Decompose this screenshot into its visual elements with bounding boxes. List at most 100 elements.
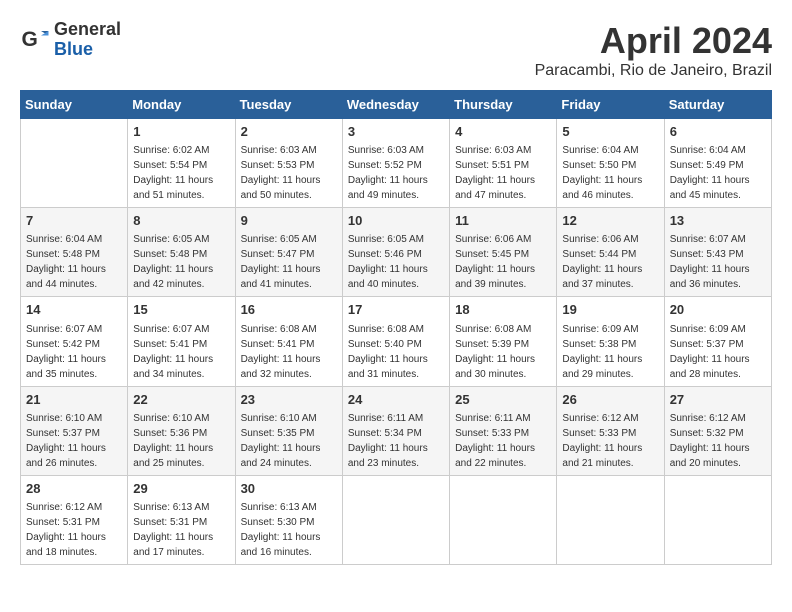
svg-text:G: G [22, 28, 38, 51]
day-number: 3 [348, 123, 444, 141]
day-cell: 5Sunrise: 6:04 AMSunset: 5:50 PMDaylight… [557, 119, 664, 208]
header-cell-wednesday: Wednesday [342, 91, 449, 119]
day-cell: 25Sunrise: 6:11 AMSunset: 5:33 PMDayligh… [450, 386, 557, 475]
day-cell [557, 475, 664, 564]
day-number: 19 [562, 301, 658, 319]
day-number: 29 [133, 480, 229, 498]
day-number: 5 [562, 123, 658, 141]
day-cell: 3 Sunrise: 6:03 AMSunset: 5:52 PMDaylight… [342, 119, 449, 208]
day-number: 18 [455, 301, 551, 319]
day-cell: 27Sunrise: 6:12 AMSunset: 5:32 PMDayligh… [664, 386, 771, 475]
day-number: 21 [26, 391, 122, 409]
day-cell: 11 Sunrise: 6:06 AMSunset: 5:45 PMDayligh… [450, 208, 557, 297]
day-info: Sunrise: 6:08 AMSunset: 5:40 PMDaylight:… [348, 322, 444, 382]
day-cell [664, 475, 771, 564]
day-number: 11 [455, 212, 551, 230]
header-cell-tuesday: Tuesday [235, 91, 342, 119]
day-cell: 29Sunrise: 6:13 AMSunset: 5:31 PMDayligh… [128, 475, 235, 564]
day-info: Sunrise: 6:12 AMSunset: 5:32 PMDaylight:… [670, 411, 766, 471]
day-number: 14 [26, 301, 122, 319]
calendar-body: 1 Sunrise: 6:02 AMSunset: 5:54 PMDaylight… [21, 119, 772, 565]
day-info: Sunrise: 6:05 AMSunset: 5:48 PMDaylight:… [133, 232, 229, 292]
day-cell [342, 475, 449, 564]
day-cell: 12Sunrise: 6:06 AMSunset: 5:44 PMDayligh… [557, 208, 664, 297]
day-number: 9 [241, 212, 337, 230]
day-number: 30 [241, 480, 337, 498]
logo-blue: Blue [54, 40, 121, 60]
day-number: 22 [133, 391, 229, 409]
day-cell: 15 Sunrise: 6:07 AMSunset: 5:41 PMDayligh… [128, 297, 235, 386]
day-cell: 18 Sunrise: 6:08 AMSunset: 5:39 PMDayligh… [450, 297, 557, 386]
title-block: April 2024 Paracambi, Rio de Janeiro, Br… [535, 20, 772, 80]
day-info: Sunrise: 6:13 AMSunset: 5:30 PMDaylight:… [241, 500, 337, 560]
day-cell: 23Sunrise: 6:10 AMSunset: 5:35 PMDayligh… [235, 386, 342, 475]
header-cell-monday: Monday [128, 91, 235, 119]
header-cell-thursday: Thursday [450, 91, 557, 119]
day-cell: 19 Sunrise: 6:09 AMSunset: 5:38 PMDayligh… [557, 297, 664, 386]
day-cell: 1 Sunrise: 6:02 AMSunset: 5:54 PMDaylight… [128, 119, 235, 208]
day-cell: 14 Sunrise: 6:07 AMSunset: 5:42 PMDayligh… [21, 297, 128, 386]
day-info: Sunrise: 6:10 AMSunset: 5:36 PMDaylight:… [133, 411, 229, 471]
day-number: 20 [670, 301, 766, 319]
week-row-1: 1 Sunrise: 6:02 AMSunset: 5:54 PMDaylight… [21, 119, 772, 208]
day-cell: 13 Sunrise: 6:07 AMSunset: 5:43 PMDayligh… [664, 208, 771, 297]
page-header: G General Blue April 2024 Paracambi, Rio… [20, 20, 772, 80]
calendar-header: SundayMondayTuesdayWednesdayThursdayFrid… [21, 91, 772, 119]
day-info: Sunrise: 6:06 AMSunset: 5:44 PMDaylight:… [562, 232, 658, 292]
day-cell: 2 Sunrise: 6:03 AMSunset: 5:53 PMDaylight… [235, 119, 342, 208]
day-cell: 24 Sunrise: 6:11 AMSunset: 5:34 PMDayligh… [342, 386, 449, 475]
day-number: 15 [133, 301, 229, 319]
day-info: Sunrise: 6:03 AMSunset: 5:51 PMDaylight:… [455, 143, 551, 203]
day-number: 17 [348, 301, 444, 319]
day-info: Sunrise: 6:06 AMSunset: 5:45 PMDaylight:… [455, 232, 551, 292]
header-cell-saturday: Saturday [664, 91, 771, 119]
header-row: SundayMondayTuesdayWednesdayThursdayFrid… [21, 91, 772, 119]
day-cell: 26Sunrise: 6:12 AMSunset: 5:33 PMDayligh… [557, 386, 664, 475]
header-cell-friday: Friday [557, 91, 664, 119]
day-cell: 17 Sunrise: 6:08 AMSunset: 5:40 PMDayligh… [342, 297, 449, 386]
day-number: 4 [455, 123, 551, 141]
day-number: 28 [26, 480, 122, 498]
calendar-table: SundayMondayTuesdayWednesdayThursdayFrid… [20, 90, 772, 565]
logo-icon: G [20, 25, 50, 55]
week-row-3: 14 Sunrise: 6:07 AMSunset: 5:42 PMDayligh… [21, 297, 772, 386]
day-info: Sunrise: 6:09 AMSunset: 5:38 PMDaylight:… [562, 322, 658, 382]
day-cell: 9Sunrise: 6:05 AMSunset: 5:47 PMDaylight… [235, 208, 342, 297]
week-row-4: 21Sunrise: 6:10 AMSunset: 5:37 PMDayligh… [21, 386, 772, 475]
day-number: 2 [241, 123, 337, 141]
day-info: Sunrise: 6:03 AMSunset: 5:53 PMDaylight:… [241, 143, 337, 203]
day-cell: 16Sunrise: 6:08 AMSunset: 5:41 PMDayligh… [235, 297, 342, 386]
day-cell: 21Sunrise: 6:10 AMSunset: 5:37 PMDayligh… [21, 386, 128, 475]
day-number: 13 [670, 212, 766, 230]
day-info: Sunrise: 6:07 AMSunset: 5:41 PMDaylight:… [133, 322, 229, 382]
day-cell: 4 Sunrise: 6:03 AMSunset: 5:51 PMDaylight… [450, 119, 557, 208]
day-info: Sunrise: 6:04 AMSunset: 5:49 PMDaylight:… [670, 143, 766, 203]
day-number: 10 [348, 212, 444, 230]
day-info: Sunrise: 6:07 AMSunset: 5:42 PMDaylight:… [26, 322, 122, 382]
day-info: Sunrise: 6:11 AMSunset: 5:34 PMDaylight:… [348, 411, 444, 471]
day-cell: 7Sunrise: 6:04 AMSunset: 5:48 PMDaylight… [21, 208, 128, 297]
week-row-2: 7Sunrise: 6:04 AMSunset: 5:48 PMDaylight… [21, 208, 772, 297]
day-number: 24 [348, 391, 444, 409]
day-cell: 10 Sunrise: 6:05 AMSunset: 5:46 PMDayligh… [342, 208, 449, 297]
day-cell: 28Sunrise: 6:12 AMSunset: 5:31 PMDayligh… [21, 475, 128, 564]
logo-text: General Blue [54, 20, 121, 60]
day-number: 25 [455, 391, 551, 409]
week-row-5: 28Sunrise: 6:12 AMSunset: 5:31 PMDayligh… [21, 475, 772, 564]
day-info: Sunrise: 6:09 AMSunset: 5:37 PMDaylight:… [670, 322, 766, 382]
day-info: Sunrise: 6:08 AMSunset: 5:39 PMDaylight:… [455, 322, 551, 382]
day-number: 1 [133, 123, 229, 141]
day-info: Sunrise: 6:05 AMSunset: 5:46 PMDaylight:… [348, 232, 444, 292]
day-cell [450, 475, 557, 564]
day-cell: 30 Sunrise: 6:13 AMSunset: 5:30 PMDayligh… [235, 475, 342, 564]
location: Paracambi, Rio de Janeiro, Brazil [535, 62, 772, 80]
day-info: Sunrise: 6:02 AMSunset: 5:54 PMDaylight:… [133, 143, 229, 203]
day-info: Sunrise: 6:07 AMSunset: 5:43 PMDaylight:… [670, 232, 766, 292]
day-info: Sunrise: 6:03 AMSunset: 5:52 PMDaylight:… [348, 143, 444, 203]
day-number: 7 [26, 212, 122, 230]
day-number: 8 [133, 212, 229, 230]
logo-general: General [54, 20, 121, 40]
day-cell: 8 Sunrise: 6:05 AMSunset: 5:48 PMDaylight… [128, 208, 235, 297]
day-info: Sunrise: 6:08 AMSunset: 5:41 PMDaylight:… [241, 322, 337, 382]
day-cell: 20 Sunrise: 6:09 AMSunset: 5:37 PMDayligh… [664, 297, 771, 386]
